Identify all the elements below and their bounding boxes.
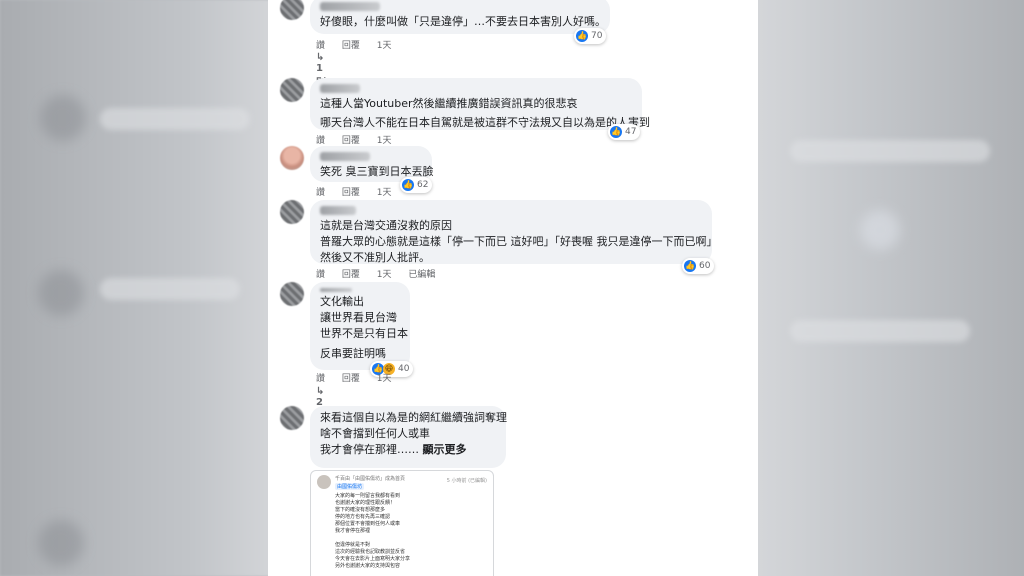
- comment-text: 好傻眼，什麼叫做「只是違停」…不要去日本害別人好嗎。: [320, 15, 606, 28]
- author-name[interactable]: [320, 84, 360, 93]
- reply-button[interactable]: 回覆: [342, 136, 360, 146]
- reply-arrow-icon: ↳: [316, 52, 325, 63]
- like-button[interactable]: 讚: [316, 41, 325, 51]
- avatar[interactable]: [280, 282, 304, 306]
- reply-arrow-icon: ↳: [316, 386, 325, 397]
- reaction-number: 62: [417, 180, 429, 190]
- blurred-avatar: [860, 210, 900, 250]
- reaction-count[interactable]: 👍 70: [574, 28, 607, 44]
- comment-bubble: 文化輸出 讓世界看見台灣 世界不是只有日本 反串要註明嗎: [310, 282, 410, 370]
- embed-line: 但違停就是不對: [335, 542, 371, 548]
- embed-time: 5 小時前 (已編輯): [446, 478, 487, 484]
- blurred-avatar: [40, 95, 86, 141]
- see-more-link[interactable]: 顯示更多: [423, 443, 467, 456]
- blurred-bubble: [100, 278, 240, 300]
- comment-actions: 讚 回覆 1天 已編輯: [316, 267, 449, 280]
- embed-line: 今天會在去影片上面寫明大家分享: [335, 556, 411, 562]
- comment-actions: 讚 回覆 1天: [316, 133, 406, 146]
- like-icon: 👍: [610, 126, 622, 138]
- embed-body: 大家的每一則留言我都有看到 也謝謝大家的理性跟反饋！ 當下的確沒有想那麼多 停的…: [335, 493, 410, 570]
- reply-button[interactable]: 回覆: [342, 188, 360, 198]
- reaction-count[interactable]: 👍 60: [682, 258, 715, 274]
- comment-bubble: 來看這個自以為是的網紅繼續強詞奪理 啥不會擋到任何人或車 我才會停在那裡…… 顯…: [310, 406, 507, 468]
- reply-button[interactable]: 回覆: [342, 41, 360, 51]
- like-button[interactable]: 讚: [316, 270, 325, 280]
- like-button[interactable]: 讚: [316, 374, 325, 384]
- comment-text: 世界不是只有日本: [320, 327, 408, 340]
- timestamp[interactable]: 1天: [377, 188, 392, 198]
- avatar[interactable]: [280, 200, 304, 224]
- embed-line: 我才會停在那裡: [335, 528, 371, 534]
- blurred-avatar: [38, 520, 84, 566]
- author-name[interactable]: [320, 206, 356, 215]
- comment-bubble: 這種人當Youtuber然後繼續推廣錯誤資訊真的很悲哀 哪天台灣人不能在日本自駕…: [310, 78, 650, 130]
- embed-line: 大家的每一則留言我都有看到: [335, 493, 401, 499]
- comment-actions: 讚 回覆 1天: [316, 371, 406, 384]
- comment-text: 哪天台灣人不能在日本自駕就是被這群不守法規又自以為是的人害到: [320, 116, 650, 129]
- embed-line: 這次的經驗我也記取教訓並反省: [335, 549, 406, 555]
- embed-line: 另外也謝謝大家的支持與包容: [335, 563, 401, 569]
- reply-button[interactable]: 回覆: [342, 270, 360, 280]
- author-name[interactable]: [320, 2, 380, 11]
- avatar[interactable]: [280, 406, 304, 430]
- reply-button[interactable]: 回覆: [342, 374, 360, 384]
- reaction-count[interactable]: 👍 47: [608, 124, 641, 140]
- avatar[interactable]: [280, 0, 304, 20]
- timestamp[interactable]: 1天: [377, 136, 392, 146]
- blurred-bubble: [790, 320, 970, 342]
- comment-text: 然後又不准別人批評。: [320, 251, 430, 264]
- timestamp[interactable]: 1天: [377, 374, 392, 384]
- blurred-bubble: [790, 140, 990, 162]
- embed-line: 那個位置不會擋到任何人或車: [335, 521, 401, 527]
- avatar[interactable]: [280, 146, 304, 170]
- reaction-number: 47: [625, 127, 637, 137]
- comment-text: 這就是台灣交通沒救的原因: [320, 219, 452, 232]
- comment-text: 普羅大眾的心態就是這樣「停一下而已 這好吧」「好喪喔 我只是違停一下而已啊」: [320, 235, 718, 248]
- blurred-avatar: [38, 270, 84, 316]
- comment-text: 讓世界看見台灣: [320, 311, 397, 324]
- like-icon: 👍: [576, 30, 588, 42]
- comment-bubble: 好傻眼，什麼叫做「只是違停」…不要去日本害別人好嗎。: [310, 0, 610, 34]
- like-button[interactable]: 讚: [316, 188, 325, 198]
- embed-line: 也謝謝大家的理性跟反饋！: [335, 500, 396, 506]
- embed-line: 停的地方也有先再三確認: [335, 514, 391, 520]
- like-icon: 👍: [684, 260, 696, 272]
- comment-text: 我才會停在那裡……: [320, 443, 419, 456]
- blurred-bubble: [100, 108, 250, 130]
- avatar[interactable]: [280, 78, 304, 102]
- comment-text: 反串要註明嗎: [320, 347, 386, 360]
- comment-text: 這種人當Youtuber然後繼續推廣錯誤資訊真的很悲哀: [320, 97, 578, 110]
- edited-label[interactable]: 已編輯: [408, 270, 435, 280]
- timestamp[interactable]: 1天: [377, 41, 392, 51]
- comment-text: 文化輸出: [320, 295, 364, 308]
- comment-feed: 好傻眼，什麼叫做「只是違停」…不要去日本害別人好嗎。 👍 70 讚 回覆 1天 ↳…: [268, 0, 758, 576]
- reaction-number: 70: [591, 31, 603, 41]
- author-name[interactable]: [320, 288, 352, 292]
- comment-bubble: 這就是台灣交通沒救的原因 普羅大眾的心態就是這樣「停一下而已 這好吧」「好喪喔 …: [310, 200, 718, 264]
- embed-avatar: [317, 475, 331, 489]
- like-button[interactable]: 讚: [316, 136, 325, 146]
- comment-text: 啥不會擋到任何人或車: [320, 427, 430, 440]
- reaction-number: 60: [699, 261, 711, 271]
- comment-actions: 讚 回覆 1天: [316, 38, 406, 51]
- blurred-background-right: [758, 0, 1024, 576]
- comment-text: 來看這個自以為是的網紅繼續強詞奪理: [320, 411, 507, 424]
- embed-line: [335, 535, 410, 542]
- embed-header: 千百由「由國佑傷坊」成為首頁: [335, 476, 406, 482]
- embed-tag: 由國佑傷坊: [335, 483, 365, 490]
- embed-line: 當下的確沒有想那麼多: [335, 507, 386, 513]
- comment-actions: 讚 回覆 1天: [316, 185, 406, 198]
- timestamp[interactable]: 1天: [377, 270, 392, 280]
- author-name[interactable]: [320, 152, 370, 161]
- attached-image[interactable]: 千百由「由國佑傷坊」成為首頁 5 小時前 (已編輯) 由國佑傷坊 大家的每一則留…: [310, 470, 494, 576]
